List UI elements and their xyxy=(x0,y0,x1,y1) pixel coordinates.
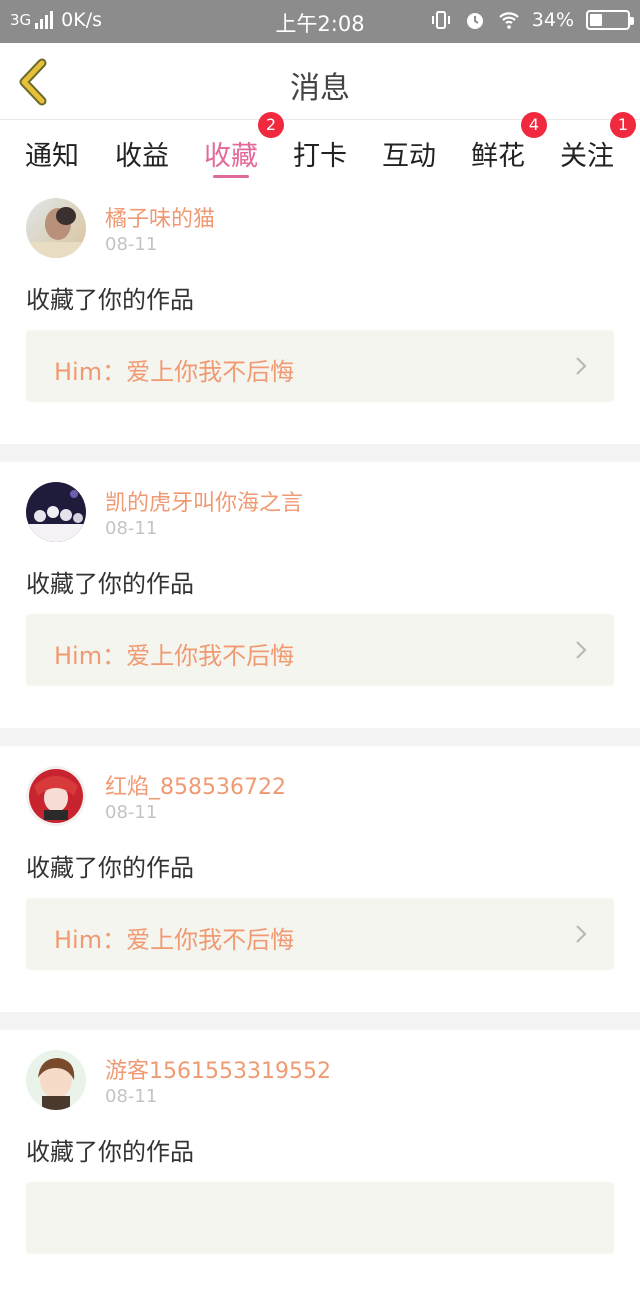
list-item: 橘子味的猫 08-11 收藏了你的作品 Him：爱上你我不后悔 xyxy=(0,178,640,444)
tab-interaction[interactable]: 互动 xyxy=(382,134,436,173)
battery-icon xyxy=(586,10,634,30)
work-link[interactable] xyxy=(26,1182,614,1254)
tab-favorites[interactable]: 收藏 xyxy=(204,134,258,178)
divider xyxy=(0,728,640,746)
nav-bar: 消息 xyxy=(0,43,640,120)
work-title: Him：爱上你我不后悔 xyxy=(54,358,295,386)
timestamp: 08-11 xyxy=(105,234,158,255)
work-title: Him：爱上你我不后悔 xyxy=(54,926,295,954)
work-link[interactable]: Him：爱上你我不后悔 xyxy=(26,898,614,970)
avatar[interactable] xyxy=(26,482,86,542)
status-right: 34% xyxy=(430,9,634,31)
tab-checkin[interactable]: 打卡 xyxy=(293,134,347,173)
tab-label: 通知 xyxy=(25,141,79,172)
chevron-right-icon xyxy=(576,357,587,375)
follow-badge: 1 xyxy=(610,112,636,138)
chevron-right-icon xyxy=(576,641,587,659)
username[interactable]: 橘子味的猫 xyxy=(105,201,215,233)
tab-notice[interactable]: 通知 xyxy=(25,134,79,173)
tab-label: 关注 xyxy=(560,141,614,172)
work-link[interactable]: Him：爱上你我不后悔 xyxy=(26,330,614,402)
timestamp: 08-11 xyxy=(105,802,158,823)
username[interactable]: 凯的虎牙叫你海之言 xyxy=(105,485,303,517)
favorites-badge: 2 xyxy=(258,112,284,138)
chevron-right-icon xyxy=(576,925,587,943)
tab-label: 收藏 xyxy=(204,141,258,172)
avatar[interactable] xyxy=(26,766,86,826)
timestamp: 08-11 xyxy=(105,518,158,539)
divider xyxy=(0,1012,640,1030)
favorites-feed: 橘子味的猫 08-11 收藏了你的作品 Him：爱上你我不后悔 凯的虎牙叫你海之… xyxy=(0,178,640,1296)
vibrate-icon xyxy=(431,11,450,29)
action-text: 收藏了你的作品 xyxy=(26,570,194,598)
list-item: 游客1561553319552 08-11 收藏了你的作品 xyxy=(0,1030,640,1296)
alarm-icon xyxy=(466,13,483,29)
tab-follow[interactable]: 关注 xyxy=(560,134,614,173)
work-title: Him：爱上你我不后悔 xyxy=(54,642,295,670)
tab-label: 收益 xyxy=(115,141,169,172)
tab-flowers[interactable]: 鲜花 xyxy=(471,134,525,173)
avatar[interactable] xyxy=(26,198,86,258)
status-bar: 3G 0K/s 上午2:08 34% xyxy=(0,0,640,43)
tab-earnings[interactable]: 收益 xyxy=(115,134,169,173)
divider xyxy=(0,444,640,462)
timestamp: 08-11 xyxy=(105,1086,158,1107)
action-text: 收藏了你的作品 xyxy=(26,286,194,314)
username[interactable]: 游客1561553319552 xyxy=(105,1053,331,1085)
page-title: 消息 xyxy=(290,71,350,106)
tab-label: 互动 xyxy=(382,141,436,172)
avatar[interactable] xyxy=(26,1050,86,1110)
action-text: 收藏了你的作品 xyxy=(26,1138,194,1166)
wifi-icon xyxy=(499,12,519,29)
tab-label: 鲜花 xyxy=(471,141,525,172)
username[interactable]: 红焰_858536722 xyxy=(105,769,286,801)
list-item: 红焰_858536722 08-11 收藏了你的作品 Him：爱上你我不后悔 xyxy=(0,746,640,1012)
battery-percent: 34% xyxy=(531,9,574,31)
list-item: 凯的虎牙叫你海之言 08-11 收藏了你的作品 Him：爱上你我不后悔 xyxy=(0,462,640,728)
tab-bar: 通知 收益 收藏 打卡 互动 鲜花 关注 2 4 1 xyxy=(0,112,640,178)
work-link[interactable]: Him：爱上你我不后悔 xyxy=(26,614,614,686)
flowers-badge: 4 xyxy=(521,112,547,138)
action-text: 收藏了你的作品 xyxy=(26,854,194,882)
tab-label: 打卡 xyxy=(293,141,347,172)
